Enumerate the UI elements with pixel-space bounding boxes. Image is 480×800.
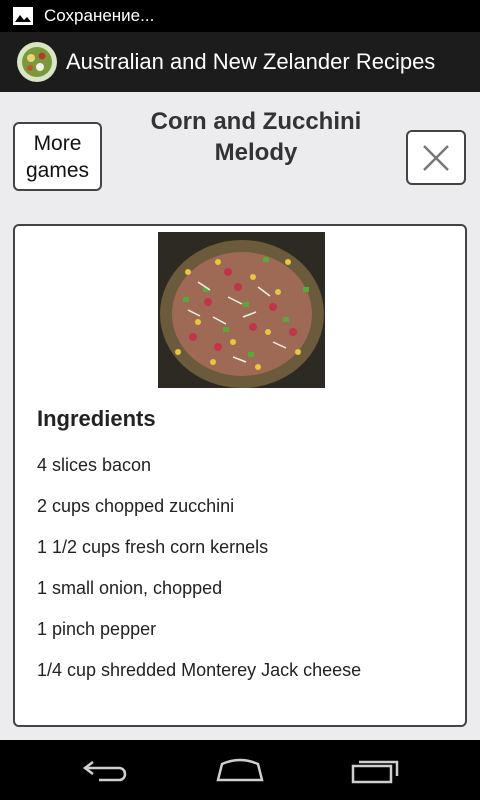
close-x-icon	[423, 144, 449, 171]
ingredients-list: 4 slices bacon 2 cups chopped zucchini 1…	[37, 454, 361, 700]
status-bar: Сохранение...	[0, 0, 480, 32]
navigation-bar	[0, 740, 480, 800]
recipe-title: Corn and Zucchini Melody	[150, 108, 362, 166]
more-games-button[interactable]: More games	[13, 122, 102, 191]
ingredient-item: 1 1/2 cups fresh corn kernels	[37, 537, 269, 557]
recipe-card: Ingredients 4 slices bacon 2 cups choppe…	[13, 224, 467, 727]
recent-apps-icon[interactable]	[347, 754, 403, 786]
salad-dish-icon	[17, 42, 57, 82]
ingredients-heading: Ingredients	[37, 406, 156, 431]
ingredient-item: 1/4 cup shredded Monterey Jack cheese	[37, 660, 362, 680]
app-title: Australian and New Zelander Recipes	[66, 49, 436, 74]
status-text: Сохранение...	[44, 6, 155, 25]
image-icon	[13, 7, 33, 25]
ingredient-item: 1 small onion, chopped	[37, 578, 223, 598]
ingredient-item: 1 pinch pepper	[37, 619, 157, 639]
back-icon[interactable]	[79, 754, 135, 786]
content-area: More games Corn and Zucchini Melody Ingr…	[0, 92, 480, 740]
action-bar: Australian and New Zelander Recipes	[0, 32, 480, 92]
recipe-dish-photo	[158, 232, 325, 388]
close-button[interactable]	[406, 130, 466, 185]
ingredient-item: 2 cups chopped zucchini	[37, 496, 235, 516]
home-icon[interactable]	[212, 754, 268, 786]
ingredient-item: 4 slices bacon	[37, 455, 152, 475]
